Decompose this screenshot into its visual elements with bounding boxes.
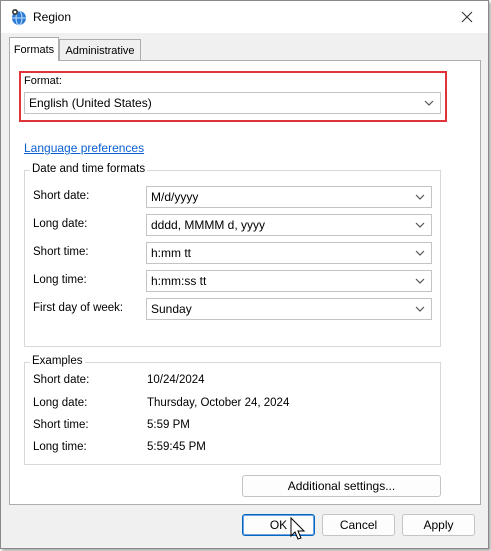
close-button[interactable] (452, 5, 482, 29)
examples-title: Examples (30, 355, 85, 367)
example-short-date-label: Short date: (33, 374, 90, 386)
title-bar: Region (1, 1, 488, 33)
short-time-select-value: h:mm tt (151, 246, 192, 260)
short-date-select-value: M/d/yyyy (151, 190, 199, 204)
chevron-down-icon (415, 194, 425, 200)
date-time-formats-title: Date and time formats (30, 163, 148, 175)
short-time-label: Short time: (33, 246, 89, 258)
tab-administrative[interactable]: Administrative (59, 39, 141, 61)
chevron-down-icon (415, 250, 425, 256)
ok-button-label: OK (269, 518, 288, 532)
tab-formats-label: Formats (13, 43, 55, 56)
example-short-time-label: Short time: (33, 419, 89, 431)
example-long-date-value: Thursday, October 24, 2024 (147, 397, 290, 409)
long-time-select[interactable]: h:mm:ss tt (146, 270, 432, 292)
short-time-select[interactable]: h:mm tt (146, 242, 432, 264)
long-date-label: Long date: (33, 218, 88, 230)
first-day-of-week-label: First day of week: (33, 302, 124, 314)
tab-administrative-label: Administrative (65, 44, 135, 57)
first-day-of-week-select[interactable]: Sunday (146, 298, 432, 320)
long-date-select-value: dddd, MMMM d, yyyy (151, 218, 266, 232)
format-label: Format: (24, 75, 62, 87)
chevron-down-icon (424, 100, 434, 106)
apply-button[interactable]: Apply (402, 514, 475, 536)
chevron-down-icon (415, 306, 425, 312)
region-dialog: Region Formats Administrative Format: En… (0, 0, 489, 549)
example-long-time-value: 5:59:45 PM (147, 441, 206, 453)
window-title: Region (33, 10, 72, 24)
long-date-select[interactable]: dddd, MMMM d, yyyy (146, 214, 432, 236)
format-select-value: English (United States) (29, 96, 152, 110)
short-date-label: Short date: (33, 190, 90, 202)
short-date-select[interactable]: M/d/yyyy (146, 186, 432, 208)
additional-settings-button-label: Additional settings... (287, 479, 396, 493)
long-time-select-value: h:mm:ss tt (151, 274, 207, 288)
chevron-down-icon (415, 222, 425, 228)
example-short-date-value: 10/24/2024 (147, 374, 205, 386)
additional-settings-button[interactable]: Additional settings... (242, 475, 441, 497)
long-time-label: Long time: (33, 274, 87, 286)
first-day-of-week-select-value: Sunday (151, 302, 192, 316)
apply-button-label: Apply (423, 518, 454, 532)
example-long-time-label: Long time: (33, 441, 87, 453)
example-long-date-label: Long date: (33, 397, 88, 409)
mouse-pointer-icon (290, 517, 306, 540)
cancel-button-label: Cancel (339, 518, 378, 532)
tab-formats[interactable]: Formats (9, 37, 59, 61)
cancel-button[interactable]: Cancel (322, 514, 395, 536)
format-select[interactable]: English (United States) (24, 92, 441, 114)
close-icon (461, 11, 473, 23)
language-preferences-link[interactable]: Language preferences (24, 141, 144, 155)
region-globe-icon (10, 8, 28, 26)
example-short-time-value: 5:59 PM (147, 419, 190, 431)
chevron-down-icon (415, 278, 425, 284)
